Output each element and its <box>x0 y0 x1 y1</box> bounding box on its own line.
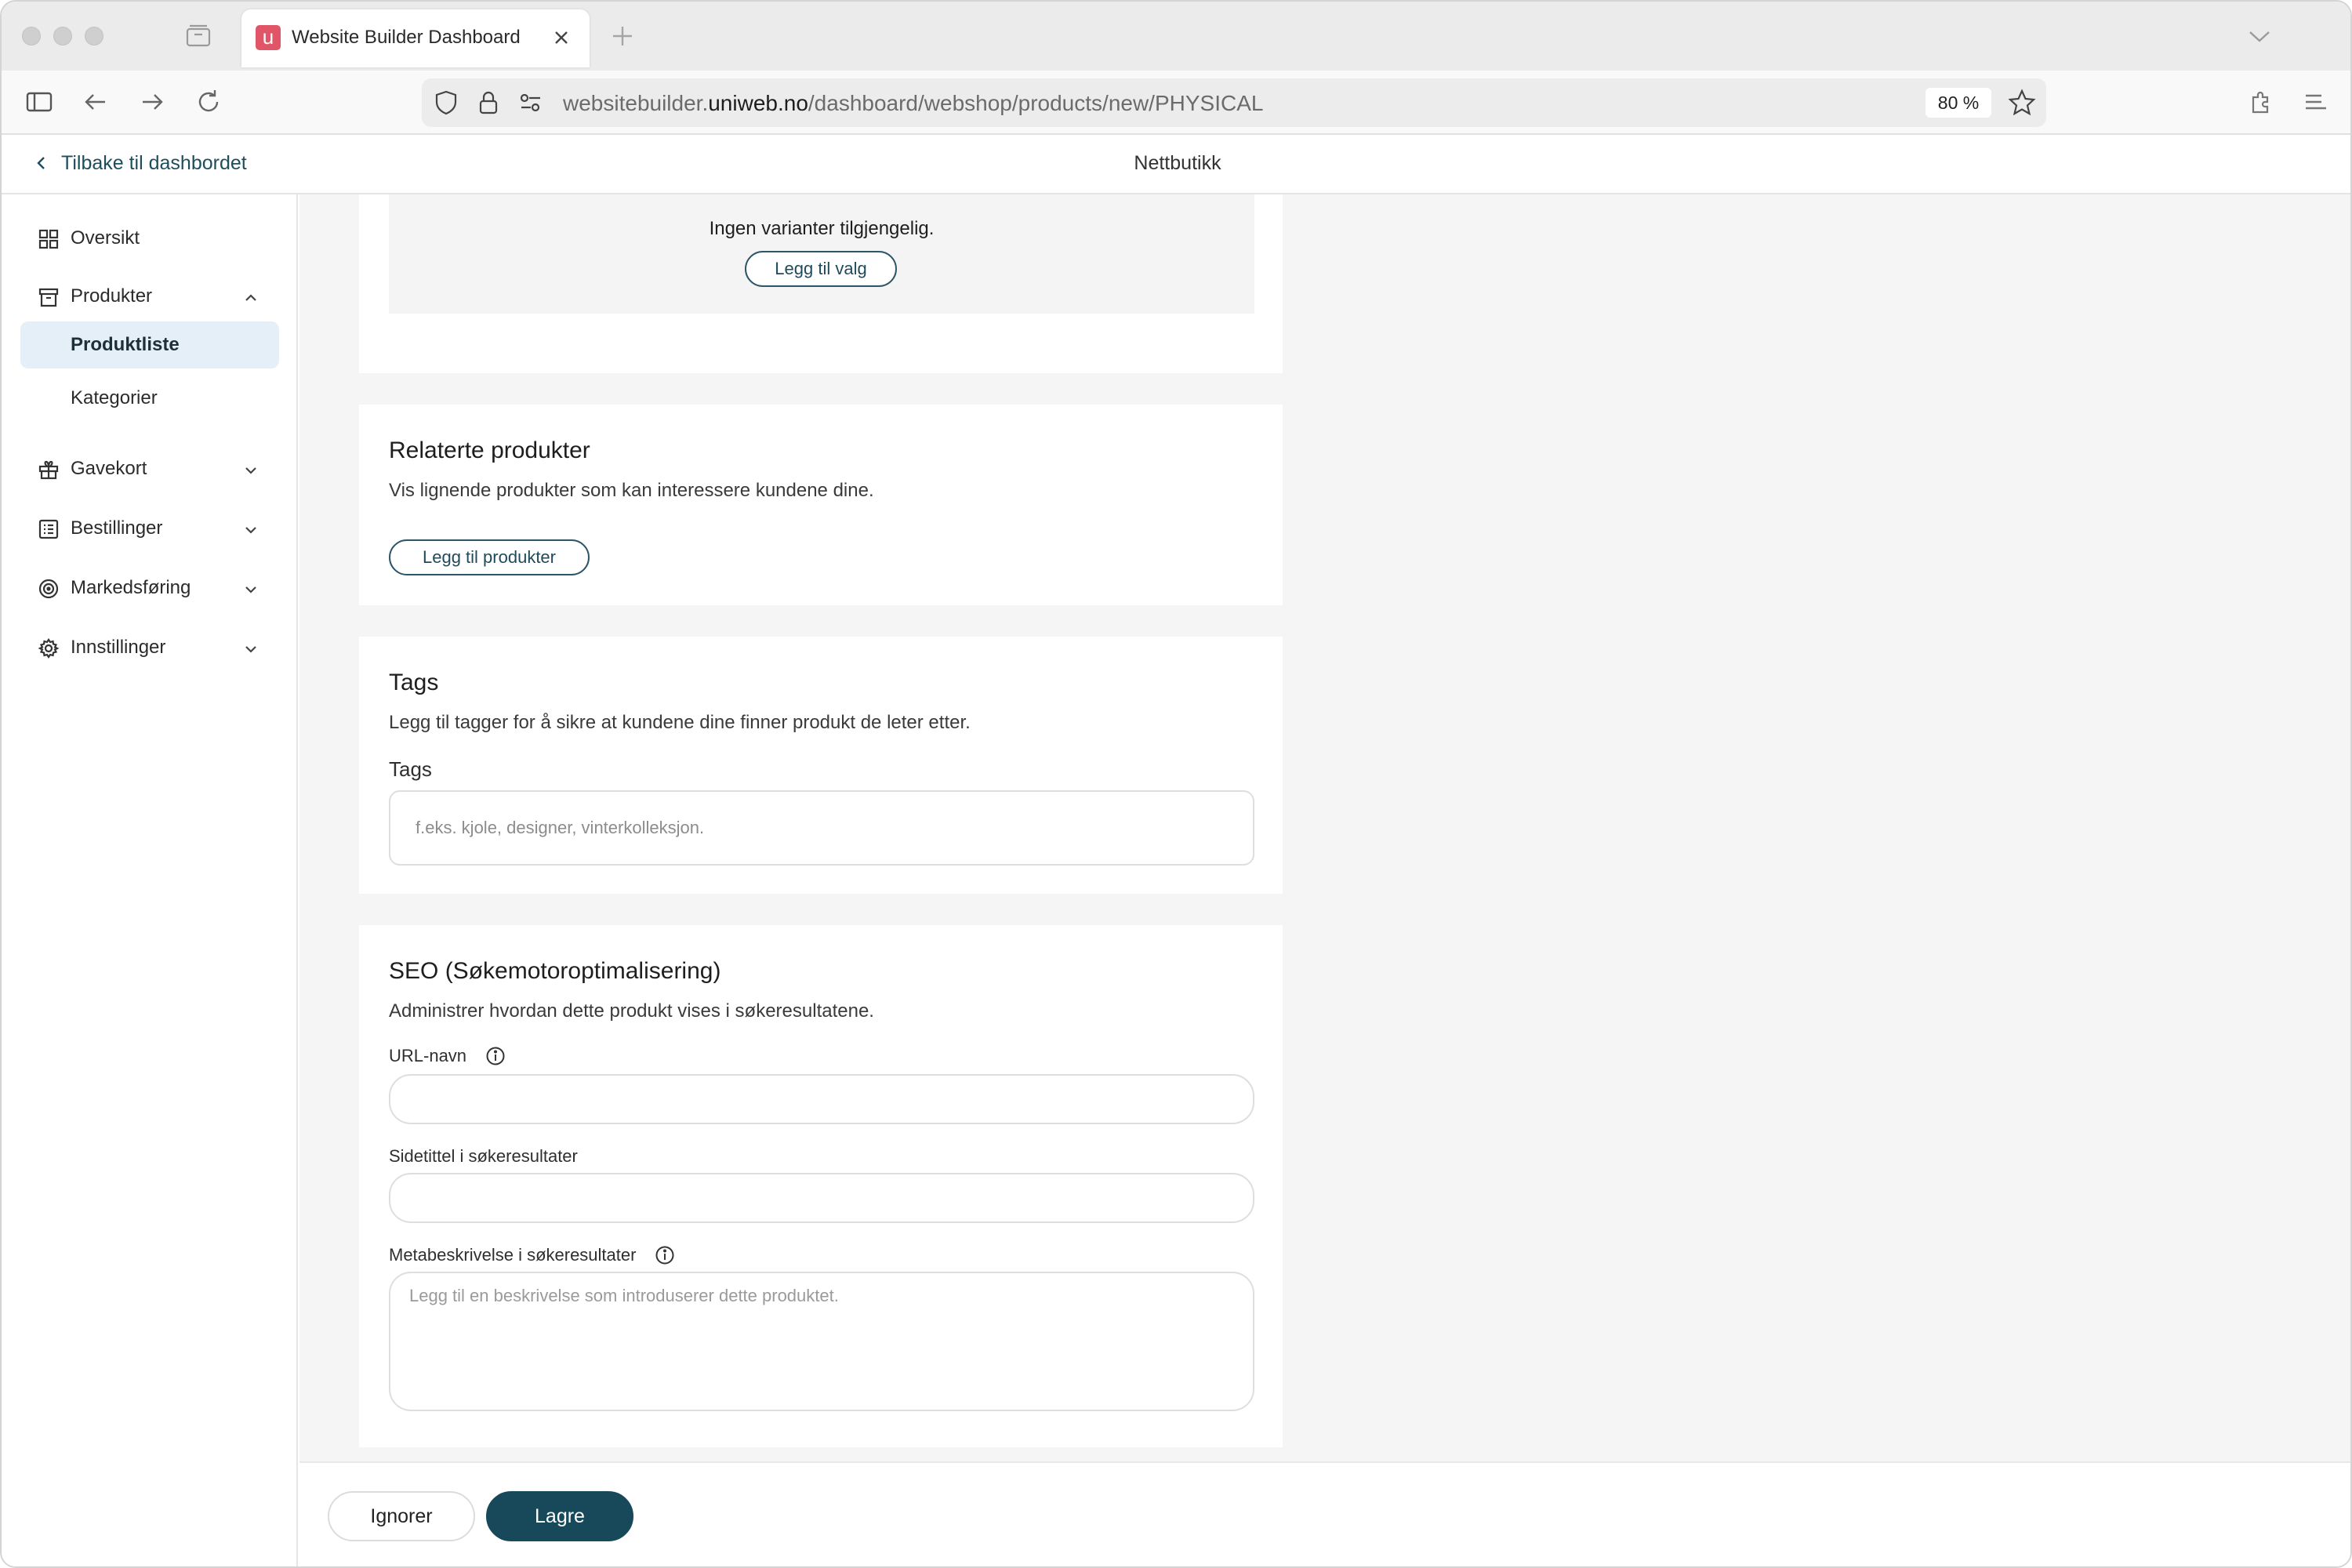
sidebar-item-label: Oversikt <box>71 227 140 249</box>
chevron-down-icon <box>245 527 256 534</box>
window-minimize-dot[interactable] <box>53 27 72 45</box>
sidebar-item-innstillinger[interactable]: Innstillinger <box>20 624 279 671</box>
zoom-level-badge[interactable]: 80 % <box>1926 88 1991 118</box>
related-products-card: Relaterte produkter Vis lignende produkt… <box>359 405 1283 605</box>
lock-icon[interactable] <box>474 88 503 118</box>
gear-icon <box>38 638 60 659</box>
back-arrow-icon[interactable] <box>80 86 111 118</box>
grid-icon <box>38 229 59 249</box>
gift-icon <box>38 460 59 480</box>
new-tab-icon[interactable] <box>608 22 637 50</box>
page-title-label: Sidetittel i søkeresultater <box>389 1146 578 1166</box>
sidebar-subitem-label: Kategorier <box>71 387 158 408</box>
archive-box-icon <box>38 288 59 307</box>
page-title-input[interactable] <box>389 1173 1254 1223</box>
site-favicon: u <box>256 25 281 50</box>
tags-card: Tags Legg til tagger for å sikre at kund… <box>359 637 1283 894</box>
related-products-description: Vis lignende produkter som kan interesse… <box>389 480 874 501</box>
tab-overview-icon[interactable] <box>185 22 212 49</box>
tags-field-label: Tags <box>389 757 432 781</box>
forward-arrow-icon[interactable] <box>136 86 168 118</box>
info-icon[interactable] <box>655 1245 675 1265</box>
seo-title: SEO (Søkemotoroptimalisering) <box>389 958 721 984</box>
sidebar: Oversikt Produkter Produktliste Kategori… <box>2 194 298 1566</box>
sidebar-item-label: Bestillinger <box>71 517 163 539</box>
add-products-button[interactable]: Legg til produkter <box>389 539 590 575</box>
app-header: Tilbake til dashbordet Nettbutikk <box>2 135 2350 194</box>
chevron-down-icon <box>245 646 256 653</box>
save-button[interactable]: Lagre <box>486 1491 633 1541</box>
sidebar-toggle-icon[interactable] <box>24 86 55 118</box>
browser-toolbar: websitebuilder.uniweb.no/dashboard/websh… <box>2 71 2350 135</box>
variants-empty-text: Ingen varianter tilgjengelig. <box>709 218 935 239</box>
sidebar-item-produkter[interactable]: Produkter <box>20 273 279 320</box>
variants-empty-panel: Ingen varianter tilgjengelig. Legg til v… <box>389 194 1254 314</box>
url-name-label: URL-navn <box>389 1046 506 1066</box>
reload-icon[interactable] <box>193 86 224 118</box>
back-to-dashboard-link[interactable]: Tilbake til dashbordet <box>33 152 247 175</box>
meta-description-textarea[interactable] <box>389 1272 1254 1411</box>
related-products-title: Relaterte produkter <box>389 437 590 463</box>
tags-input[interactable] <box>389 790 1254 866</box>
sidebar-item-label: Gavekort <box>71 458 147 479</box>
tags-description: Legg til tagger for å sikre at kundene d… <box>389 712 971 733</box>
chevron-up-icon <box>245 294 256 301</box>
browser-window: u Website Builder Dashboard websitebuild… <box>0 0 2352 1568</box>
extensions-icon[interactable] <box>2245 86 2277 118</box>
chevron-down-icon <box>245 467 256 474</box>
sidebar-item-markedsforing[interactable]: Markedsføring <box>20 564 279 612</box>
address-bar[interactable]: websitebuilder.uniweb.no/dashboard/websh… <box>422 78 2046 127</box>
tab-bar: u Website Builder Dashboard <box>2 2 2350 71</box>
list-all-tabs-icon[interactable] <box>2245 24 2274 49</box>
info-icon[interactable] <box>485 1046 506 1066</box>
bookmark-star-icon[interactable] <box>2007 88 2037 118</box>
sidebar-item-bestillinger[interactable]: Bestillinger <box>20 505 279 552</box>
sidebar-item-gavekort[interactable]: Gavekort <box>20 445 279 492</box>
sidebar-item-label: Markedsføring <box>71 577 191 598</box>
window-zoom-dot[interactable] <box>85 27 103 45</box>
browser-tab-active[interactable]: u Website Builder Dashboard <box>241 9 590 67</box>
app-menu-icon[interactable] <box>2300 86 2332 118</box>
sidebar-subitem-label: Produktliste <box>71 334 180 355</box>
tab-title: Website Builder Dashboard <box>292 27 521 48</box>
main-content[interactable]: Ingen varianter tilgjengelig. Legg til v… <box>299 194 2350 1566</box>
chevron-down-icon <box>245 586 256 593</box>
tags-title: Tags <box>389 670 439 695</box>
meta-description-label: Metabeskrivelse i søkeresultater <box>389 1245 675 1265</box>
add-option-button[interactable]: Legg til valg <box>745 251 897 287</box>
footer-action-bar: Ignorer Lagre <box>299 1461 2350 1566</box>
permissions-icon[interactable] <box>516 88 546 118</box>
url-name-input[interactable] <box>389 1074 1254 1124</box>
url-text[interactable]: websitebuilder.uniweb.no/dashboard/websh… <box>563 91 1263 116</box>
list-icon <box>38 519 59 539</box>
shield-icon[interactable] <box>431 88 461 118</box>
sidebar-item-label: Produkter <box>71 285 153 307</box>
chevron-left-icon <box>37 157 45 169</box>
sidebar-subitem-kategorier[interactable]: Kategorier <box>20 375 279 422</box>
variants-card: Ingen varianter tilgjengelig. Legg til v… <box>359 194 1283 373</box>
seo-description: Administrer hvordan dette produkt vises … <box>389 1000 874 1022</box>
page-title: Nettbutikk <box>1134 152 1221 174</box>
ignore-button[interactable]: Ignorer <box>328 1491 475 1541</box>
seo-card: SEO (Søkemotoroptimalisering) Administre… <box>359 925 1283 1447</box>
window-close-dot[interactable] <box>22 27 41 45</box>
sidebar-subitem-produktliste[interactable]: Produktliste <box>20 321 279 368</box>
sidebar-item-label: Innstillinger <box>71 637 166 658</box>
target-icon <box>38 579 59 599</box>
close-tab-icon[interactable] <box>546 22 577 53</box>
sidebar-item-oversikt[interactable]: Oversikt <box>20 215 279 262</box>
